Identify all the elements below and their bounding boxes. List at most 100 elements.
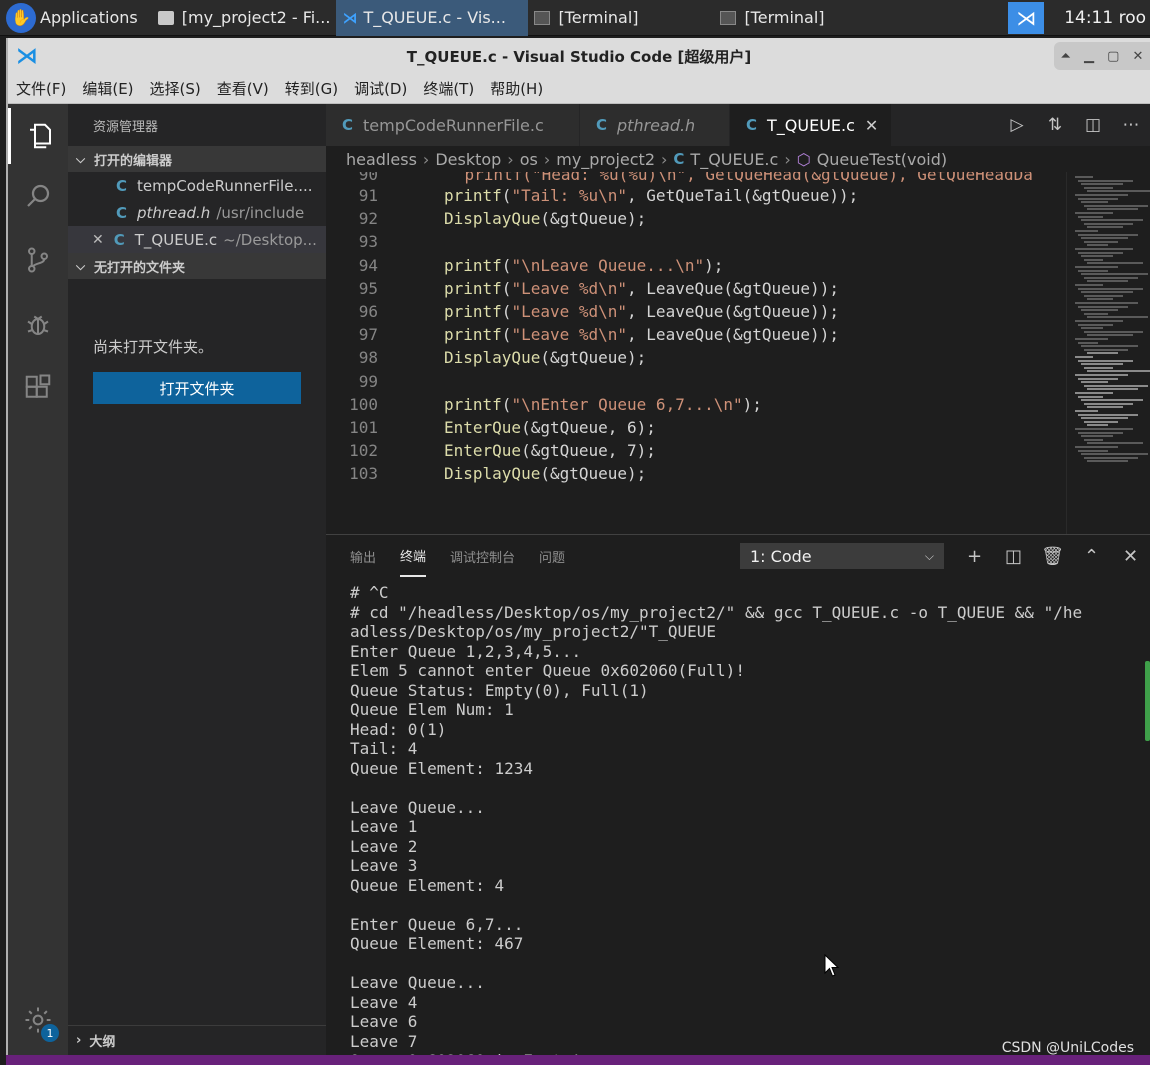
code-text: printf("Leave %d\n", LeaveQue(&gtQueue))…: [444, 325, 839, 345]
minimap-line: [1081, 327, 1103, 330]
menu-help[interactable]: 帮助(H): [490, 78, 543, 99]
tab-tempcoderunnerfile[interactable]: C tempCodeRunnerFile.c: [326, 104, 580, 146]
minimap-line: [1084, 186, 1113, 189]
status-bar: [6, 1055, 1150, 1065]
minimap-line: [1084, 312, 1108, 315]
minimap-line: [1081, 237, 1128, 240]
minimap-line: [1081, 435, 1113, 438]
code-line: 92 DisplayQue(&gtQueue);: [326, 207, 1060, 230]
file-name: T_QUEUE.c: [134, 230, 218, 249]
tab-t-queue[interactable]: C T_QUEUE.c ✕: [730, 104, 892, 146]
code-text: EnterQue(&gtQueue, 7);: [386, 439, 656, 462]
editor-tabs: C tempCodeRunnerFile.c C pthread.h C T_Q…: [326, 104, 1150, 146]
function-symbol-icon: ⬡: [796, 149, 811, 169]
new-terminal-icon[interactable]: +: [955, 546, 994, 567]
close-window-button[interactable]: ✕: [1133, 49, 1144, 64]
tab-output[interactable]: 输出: [350, 535, 376, 577]
vscode-logo-icon: ⋊: [16, 43, 38, 69]
bottom-panel: 输出 终端 调试控制台 问题 1: Code ⌵ + ◫ 🗑 ⌃ ✕ # ^C #…: [326, 534, 1150, 1065]
breadcrumb-item[interactable]: headless: [346, 150, 417, 169]
clock: 14:11 roo: [1064, 7, 1146, 28]
settings-gear-icon[interactable]: 1: [8, 992, 68, 1048]
terminal-line: # ^C: [350, 583, 389, 602]
c-file-icon: C: [673, 150, 685, 168]
minimap-line: [1075, 356, 1093, 358]
open-editor-item-active[interactable]: ✕ C T_QUEUE.c ~/Desktop...: [68, 226, 326, 253]
code-text: DisplayQue(&gtQueue);: [386, 462, 646, 485]
menu-debug[interactable]: 调试(D): [354, 78, 407, 99]
minimap-line: [1075, 284, 1103, 286]
open-folder-button[interactable]: 打开文件夹: [93, 372, 301, 404]
title-bar[interactable]: ⋊ T_QUEUE.c - Visual Studio Code [超级用户] …: [8, 38, 1150, 74]
tray-vscode-icon[interactable]: ⋊: [1008, 1, 1045, 34]
breadcrumb-item[interactable]: QueueTest(void): [817, 150, 947, 169]
compare-icon[interactable]: ⇅: [1036, 115, 1074, 135]
extensions-icon[interactable]: [8, 360, 68, 416]
split-editor-icon[interactable]: ◫: [1074, 115, 1112, 135]
minimap-line: [1078, 215, 1103, 218]
split-terminal-icon[interactable]: ◫: [994, 546, 1033, 567]
code-line: 100 printf("\nEnter Queue 6,7...\n");: [326, 393, 1060, 416]
tab-debug-console[interactable]: 调试控制台: [450, 535, 515, 577]
taskbar-window-terminal-1[interactable]: [Terminal]: [528, 0, 714, 36]
breadcrumb-item[interactable]: Desktop: [435, 150, 501, 169]
menu-terminal[interactable]: 终端(T): [423, 78, 474, 99]
close-tab-icon[interactable]: ✕: [865, 116, 878, 135]
line-number: 92: [358, 209, 378, 229]
open-editor-item[interactable]: C tempCodeRunnerFile....: [68, 172, 326, 199]
more-actions-icon[interactable]: ⋯: [1112, 115, 1150, 135]
source-control-icon[interactable]: [8, 232, 68, 288]
sidebar-title: 资源管理器: [93, 120, 159, 135]
code-text: printf("Tail: %u\n", GetQueTail(&gtQueue…: [444, 186, 859, 205]
terminal-output[interactable]: # ^C # cd "/headless/Desktop/os/my_projec…: [350, 583, 1140, 1065]
maximize-panel-icon[interactable]: ⌃: [1072, 546, 1111, 567]
minimize-button[interactable]: ▁: [1084, 49, 1094, 64]
no-folder-section[interactable]: ⌵ 无打开的文件夹: [68, 253, 326, 279]
trash-icon[interactable]: 🗑: [1033, 546, 1072, 567]
code-editor[interactable]: 90 printf("Head: %u(%u)\n", GetQueHead(&…: [326, 172, 1060, 534]
tab-pthread[interactable]: C pthread.h: [580, 104, 730, 146]
menu-selection[interactable]: 选择(S): [150, 78, 201, 99]
close-panel-icon[interactable]: ✕: [1111, 546, 1150, 567]
minimap[interactable]: [1066, 172, 1150, 534]
applications-menu[interactable]: ✋ Applications: [0, 0, 144, 36]
outline-section[interactable]: › 大纲: [68, 1025, 326, 1055]
breadcrumb-item[interactable]: my_project2: [556, 150, 655, 169]
no-folder-message: 尚未打开文件夹。: [93, 338, 214, 356]
menu-edit[interactable]: 编辑(E): [82, 78, 133, 99]
terminal-select[interactable]: 1: Code ⌵: [740, 543, 944, 569]
minimap-line: [1084, 366, 1113, 369]
menu-go[interactable]: 转到(G): [285, 78, 338, 99]
code-lines: 91 printf("Tail: %u\n", GetQueTail(&gtQue…: [326, 184, 1060, 485]
minimap-line: [1084, 330, 1143, 333]
run-icon[interactable]: ▷: [998, 115, 1036, 135]
explorer-icon[interactable]: [8, 108, 68, 164]
terminal-scrollbar[interactable]: [1145, 661, 1150, 741]
breadcrumb-item[interactable]: T_QUEUE.c: [690, 150, 778, 169]
panel-header: 输出 终端 调试控制台 问题 1: Code ⌵ + ◫ 🗑 ⌃ ✕: [326, 535, 1150, 577]
minimap-line: [1084, 258, 1103, 261]
window-up-icon[interactable]: ⏶: [1061, 49, 1071, 64]
menu-view[interactable]: 查看(V): [217, 78, 269, 99]
open-editor-item[interactable]: C pthread.h /usr/include: [68, 199, 326, 226]
close-icon[interactable]: ✕: [92, 232, 104, 248]
vscode-icon: ⋊: [342, 8, 358, 27]
chevron-down-icon: ⌵: [76, 258, 86, 273]
minimap-line: [1075, 212, 1113, 214]
minimap-line: [1078, 323, 1113, 326]
code-rest: (&gtQueue, 7);: [521, 441, 656, 461]
breadcrumb-item[interactable]: os: [520, 150, 538, 169]
open-editors-section[interactable]: ⌵ 打开的编辑器: [68, 146, 326, 172]
taskbar-window-vscode[interactable]: ⋊ T_QUEUE.c - Vis...: [336, 0, 529, 36]
minimap-line: [1087, 280, 1128, 283]
taskbar-window-files[interactable]: [my_project2 - Fi...: [152, 0, 337, 36]
tab-problems[interactable]: 问题: [539, 535, 565, 577]
search-icon[interactable]: [8, 168, 68, 224]
maximize-button[interactable]: ▢: [1107, 49, 1119, 64]
taskbar-window-terminal-2[interactable]: [Terminal]: [714, 0, 914, 36]
c-file-icon: C: [746, 116, 758, 134]
menu-file[interactable]: 文件(F): [16, 78, 66, 99]
debug-icon[interactable]: [8, 296, 68, 352]
tab-terminal[interactable]: 终端: [400, 535, 427, 577]
minimap-line: [1087, 262, 1143, 265]
